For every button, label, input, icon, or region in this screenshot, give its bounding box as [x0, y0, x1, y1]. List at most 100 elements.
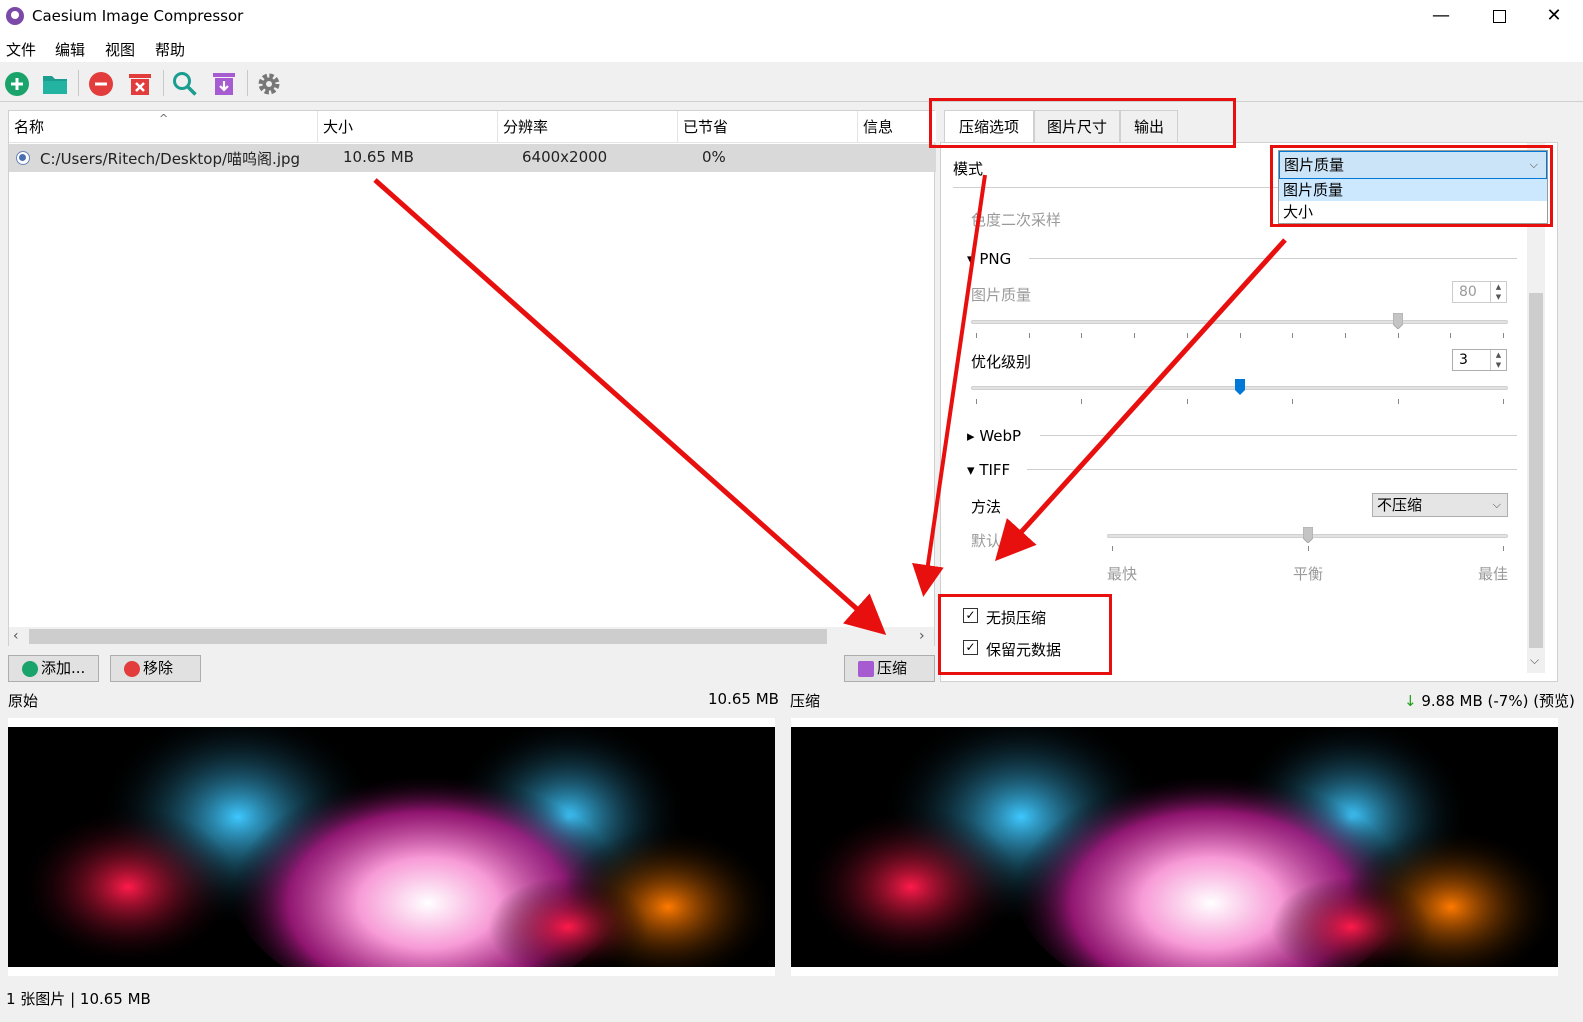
clear-list-icon[interactable]	[127, 71, 153, 97]
minimize-button[interactable]: —	[1412, 0, 1470, 34]
compressed-preview	[791, 718, 1558, 976]
file-saved: 0%	[702, 148, 726, 166]
status-bar: 1 张图片 | 10.65 MB	[0, 984, 1583, 1022]
original-label: 原始	[8, 692, 39, 710]
menu-file[interactable]: 文件	[6, 39, 36, 60]
tick-label-best: 最佳	[1478, 565, 1509, 583]
chevron-down-icon: ⌵	[1529, 158, 1538, 171]
slider-tick	[1292, 333, 1294, 338]
spin-arrows-icon[interactable]: ▲ ▼	[1490, 282, 1506, 302]
scroll-left-icon[interactable]: ‹	[13, 627, 19, 646]
slider-tick	[1186, 333, 1188, 338]
lossless-label[interactable]: 无损压缩	[986, 607, 1046, 628]
compressed-label: 压缩	[790, 692, 821, 710]
slider-tick	[1397, 333, 1399, 338]
compressed-image	[791, 727, 1558, 967]
original-preview	[8, 718, 775, 976]
compress-icon	[858, 661, 874, 677]
gear-icon[interactable]	[256, 71, 282, 97]
original-size: 10.65 MB	[708, 690, 779, 708]
slider-tick	[1028, 333, 1030, 338]
close-button[interactable]: ✕	[1525, 0, 1583, 34]
png-section-toggle[interactable]: ▾ PNG	[967, 250, 1011, 268]
mode-dropdown[interactable]: 图片质量 ⌵ 图片质量 大小	[1278, 150, 1548, 224]
file-status-icon	[16, 151, 30, 165]
lossless-checkbox[interactable]: ✓	[963, 608, 978, 623]
table-row[interactable]: C:/Users/Ritech/Desktop/喵呜阁.jpg 10.65 MB…	[9, 144, 936, 172]
sort-ascending-icon: ^	[159, 112, 169, 125]
png-quality-label: 图片质量	[971, 286, 1032, 304]
scroll-right-icon[interactable]: ›	[919, 627, 925, 646]
menu-edit[interactable]: 编辑	[55, 39, 85, 60]
menu-bar: 文件 编辑 视图 帮助	[0, 34, 1583, 62]
slider-tick	[976, 333, 977, 338]
column-header-name[interactable]: 名称 ^	[9, 111, 318, 143]
column-header-resolution[interactable]: 分辨率	[498, 111, 678, 143]
deflate-slider-thumb[interactable]	[1303, 527, 1313, 543]
open-folder-icon[interactable]	[42, 71, 68, 97]
tick-label-fastest: 最快	[1107, 565, 1138, 583]
maximize-button[interactable]	[1470, 0, 1528, 34]
scrollbar-thumb[interactable]	[29, 629, 827, 644]
menu-view[interactable]: 视图	[105, 39, 135, 60]
add-icon	[22, 661, 38, 677]
column-header-saved[interactable]: 已节省	[678, 111, 858, 143]
slider-tick	[1134, 333, 1136, 338]
mode-option-quality[interactable]: 图片质量	[1279, 179, 1547, 201]
png-quality-spinbox[interactable]: 80 ▲ ▼	[1452, 281, 1507, 303]
column-header-info[interactable]: 信息	[858, 111, 936, 143]
horizontal-scrollbar[interactable]: ‹ ›	[9, 627, 934, 646]
keep-metadata-label[interactable]: 保留元数据	[986, 639, 1061, 660]
mode-option-size[interactable]: 大小	[1279, 201, 1547, 223]
slider-tick	[976, 399, 977, 404]
scroll-down-icon[interactable]: ⌵	[1530, 651, 1539, 670]
tab-compression[interactable]: 压缩选项	[944, 110, 1034, 143]
slider-tick	[1292, 399, 1294, 404]
webp-section-toggle[interactable]: ▸ WebP	[967, 427, 1021, 445]
preview-icon[interactable]	[172, 71, 198, 97]
menu-help[interactable]: 帮助	[155, 39, 185, 60]
toolbar-separator	[163, 70, 164, 96]
toolbar	[0, 62, 1583, 102]
slider-tick	[1344, 333, 1346, 338]
compress-button[interactable]: 压缩	[844, 655, 935, 682]
column-header-size[interactable]: 大小	[318, 111, 498, 143]
add-button[interactable]: 添加...	[8, 655, 99, 682]
toolbar-separator	[78, 70, 79, 96]
file-resolution: 6400x2000	[522, 148, 608, 166]
maximize-icon	[1492, 9, 1506, 23]
tiff-method-select[interactable]: 不压缩 ⌵	[1372, 493, 1508, 517]
divider	[1027, 469, 1517, 470]
file-size: 10.65 MB	[343, 148, 414, 166]
tiff-method-label: 方法	[971, 498, 1002, 516]
slider-tick	[1503, 546, 1504, 551]
tab-image-size[interactable]: 图片尺寸	[1034, 110, 1120, 142]
spin-arrows-icon[interactable]: ▲ ▼	[1490, 350, 1506, 370]
png-quality-slider[interactable]	[971, 320, 1508, 324]
compressed-size: ↓ 9.88 MB (-7%) (预览)	[1404, 692, 1575, 710]
mode-label: 模式	[953, 160, 984, 178]
slider-tick	[1112, 546, 1113, 551]
status-text: 1 张图片 | 10.65 MB	[6, 990, 151, 1008]
divider	[1029, 258, 1517, 259]
optimization-slider-thumb[interactable]	[1234, 379, 1245, 395]
remove-icon	[124, 661, 140, 677]
scrollbar-thumb[interactable]	[1529, 293, 1543, 648]
remove-button[interactable]: 移除	[110, 655, 201, 682]
remove-icon[interactable]	[88, 71, 114, 97]
keep-metadata-checkbox[interactable]: ✓	[963, 640, 978, 655]
tick-label-balanced: 平衡	[1293, 565, 1324, 583]
compress-icon[interactable]	[211, 71, 237, 97]
deflate-level-label: 默认	[971, 532, 1002, 550]
app-logo-icon	[6, 7, 24, 25]
slider-tick	[1239, 333, 1241, 338]
arrow-down-icon: ↓	[1404, 692, 1417, 710]
add-file-icon[interactable]	[4, 71, 30, 97]
tiff-section-toggle[interactable]: ▾ TIFF	[967, 461, 1010, 479]
slider-tick	[1186, 399, 1188, 404]
tab-output[interactable]: 输出	[1120, 110, 1178, 142]
optimization-level-spinbox[interactable]: 3 ▲ ▼	[1452, 349, 1507, 371]
mode-select[interactable]: 图片质量 ⌵	[1279, 151, 1547, 179]
png-quality-slider-thumb[interactable]	[1392, 313, 1403, 329]
slider-tick	[1081, 399, 1083, 404]
